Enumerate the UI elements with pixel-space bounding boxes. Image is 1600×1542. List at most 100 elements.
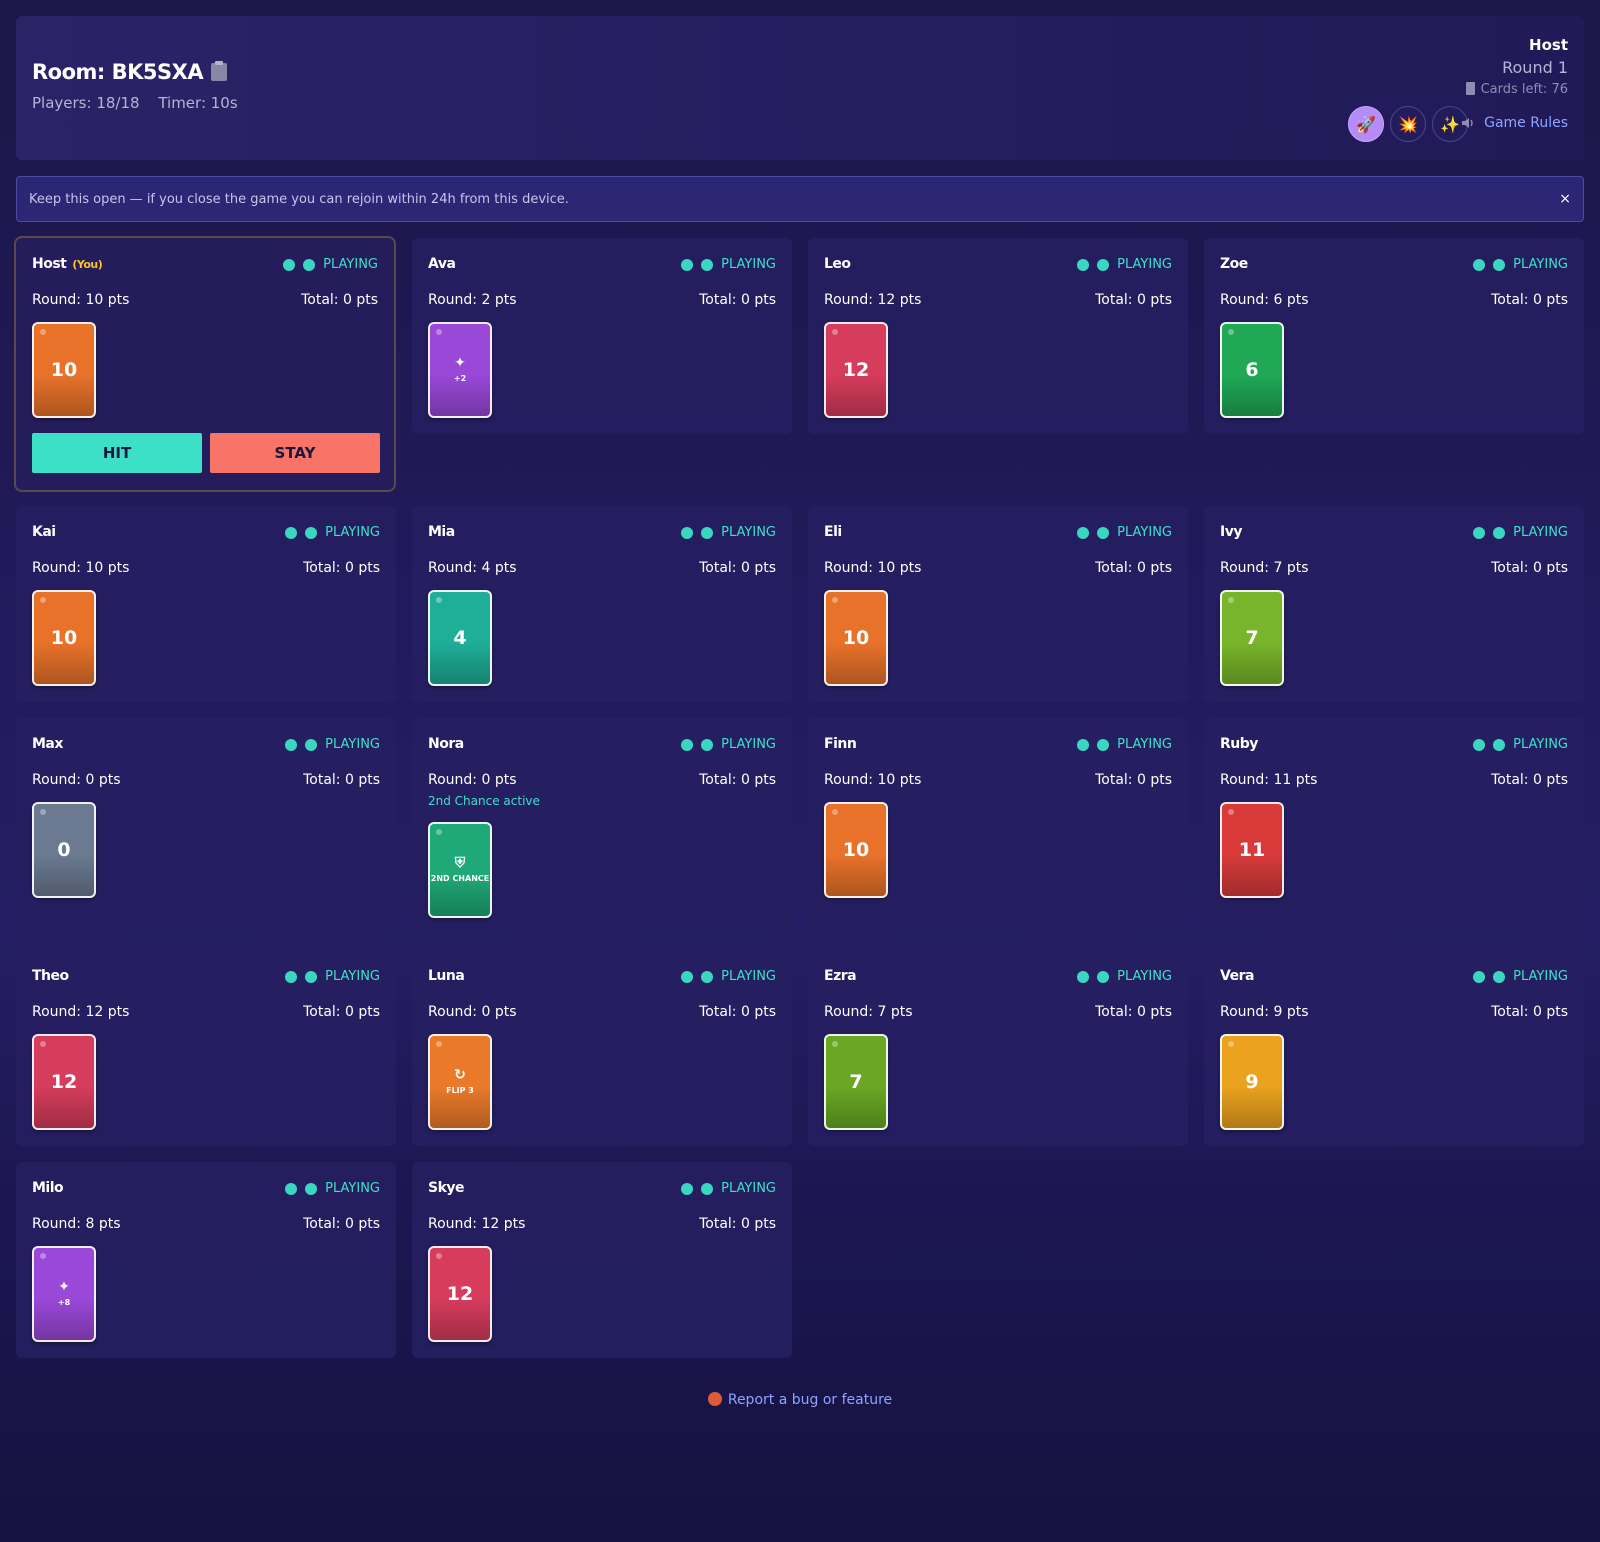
status-label: PLAYING [1513, 737, 1568, 752]
status-label: PLAYING [1117, 737, 1172, 752]
card-label: +8 [57, 1297, 71, 1307]
game-card: 12 [428, 1246, 492, 1342]
player-card: Mia PLAYING Round: 4 pts Total: 0 pts 4 [412, 506, 792, 702]
player-card: Zoe PLAYING Round: 6 pts Total: 0 pts 6 [1204, 238, 1584, 434]
player-card: Finn PLAYING Round: 10 pts Total: 0 pts 10 [808, 718, 1188, 934]
player-name-text: Zoe [1220, 256, 1248, 272]
player-card: Theo PLAYING Round: 12 pts Total: 0 pts 12 [16, 950, 396, 1146]
status-label: PLAYING [1117, 969, 1172, 984]
player-card: Kai PLAYING Round: 10 pts Total: 0 pts 10 [16, 506, 396, 702]
status-badge: PLAYING [1473, 737, 1568, 752]
explosion-icon[interactable]: 💥 [1390, 106, 1426, 142]
card-value: 7 [1245, 627, 1259, 649]
status-badge: PLAYING [1077, 525, 1172, 540]
deck-icon [1465, 82, 1475, 95]
player-card: Luna PLAYING Round: 0 pts Total: 0 pts ↻ FL… [412, 950, 792, 1146]
total-points: Total: 0 pts [1095, 1004, 1172, 1020]
status-badge: PLAYING [681, 525, 776, 540]
round-points: Round: 12 pts [824, 292, 922, 308]
game-card: 10 [32, 322, 96, 418]
game-card: 12 [824, 322, 888, 418]
player-name-text: Ava [428, 256, 456, 272]
player-name: Theo [32, 968, 69, 984]
game-card: ✦ +8 [32, 1246, 96, 1342]
status-badge: PLAYING [285, 737, 380, 752]
player-name: Ruby [1220, 736, 1258, 752]
status-dot [1077, 258, 1090, 271]
player-card: Ava PLAYING Round: 2 pts Total: 0 pts ✦ +2 [412, 238, 792, 434]
status-dot [701, 1182, 714, 1195]
status-label: PLAYING [325, 969, 380, 984]
card-symbol-icon: ↻ [454, 1066, 466, 1083]
round-points: Round: 8 pts [32, 1216, 121, 1232]
player-name: Max [32, 736, 63, 752]
card-value: 10 [842, 839, 870, 861]
card-value: 4 [453, 627, 467, 649]
total-points: Total: 0 pts [303, 560, 380, 576]
status-badge: PLAYING [1077, 737, 1172, 752]
round-points: Round: 2 pts [428, 292, 517, 308]
second-chance-note: 2nd Chance active [428, 794, 540, 808]
card-value: 6 [1245, 359, 1259, 381]
room-meta: Players: 18/18 Timer: 10s [32, 94, 252, 112]
card-value: 12 [842, 359, 870, 381]
card-label: FLIP 3 [446, 1085, 474, 1095]
player-name: Host (You) [32, 256, 103, 272]
player-card: Max PLAYING Round: 0 pts Total: 0 pts 0 [16, 718, 396, 934]
sound-icon[interactable] [1460, 115, 1476, 131]
total-points: Total: 0 pts [1095, 772, 1172, 788]
player-name-text: Mia [428, 524, 455, 540]
status-badge: PLAYING [1077, 257, 1172, 272]
report-bug-link[interactable]: Report a bug or feature [0, 1392, 1600, 1408]
status-dot [1097, 526, 1110, 539]
player-name: Nora [428, 736, 464, 752]
status-dot [701, 526, 714, 539]
player-name: Luna [428, 968, 465, 984]
stay-button[interactable]: STAY [210, 433, 380, 473]
round-points: Round: 12 pts [428, 1216, 526, 1232]
round-points: Round: 0 pts [428, 1004, 517, 1020]
total-points: Total: 0 pts [1491, 292, 1568, 308]
round-points: Round: 0 pts [428, 772, 517, 788]
game-card: 10 [824, 590, 888, 686]
clipboard-icon[interactable] [211, 61, 228, 81]
player-card: Ezra PLAYING Round: 7 pts Total: 0 pts 7 [808, 950, 1188, 1146]
card-symbol-icon: ⛨ [454, 854, 466, 871]
close-icon[interactable]: × [1559, 191, 1571, 207]
player-card: Eli PLAYING Round: 10 pts Total: 0 pts 10 [808, 506, 1188, 702]
player-name-text: Host [32, 256, 67, 272]
player-name-text: Skye [428, 1180, 465, 1196]
round-points: Round: 7 pts [1220, 560, 1309, 576]
game-card: 10 [824, 802, 888, 898]
player-card: Milo PLAYING Round: 8 pts Total: 0 pts ✦ +8 [16, 1162, 396, 1358]
total-points: Total: 0 pts [1491, 772, 1568, 788]
status-label: PLAYING [1513, 525, 1568, 540]
total-points: Total: 0 pts [303, 1004, 380, 1020]
room-header: Room: BK5SXA Players: 18/18 Timer: 10s H… [16, 16, 1584, 160]
status-dot [1473, 970, 1486, 983]
status-dot [1473, 526, 1486, 539]
player-name-text: Kai [32, 524, 56, 540]
total-points: Total: 0 pts [699, 1004, 776, 1020]
status-badge: PLAYING [1473, 969, 1568, 984]
hit-button[interactable]: HIT [32, 433, 202, 473]
round-label: Round 1 [1502, 58, 1568, 77]
game-card: ↻ FLIP 3 [428, 1034, 492, 1130]
game-card: ✦ +2 [428, 322, 492, 418]
total-points: Total: 0 pts [1095, 292, 1172, 308]
cards-left-text: Cards left: 76 [1480, 82, 1568, 97]
status-dot [1077, 738, 1090, 751]
card-value: 11 [1238, 839, 1266, 861]
total-points: Total: 0 pts [699, 1216, 776, 1232]
game-card: 6 [1220, 322, 1284, 418]
player-name: Ezra [824, 968, 857, 984]
game-card: 4 [428, 590, 492, 686]
you-tag: (You) [72, 258, 103, 271]
game-rules-link[interactable]: Game Rules [1484, 115, 1568, 131]
player-name: Kai [32, 524, 56, 540]
status-dot [1077, 970, 1090, 983]
player-name-text: Finn [824, 736, 857, 752]
rocket-icon[interactable]: 🚀 [1348, 106, 1384, 142]
player-name: Ava [428, 256, 456, 272]
card-value: 10 [50, 627, 78, 649]
